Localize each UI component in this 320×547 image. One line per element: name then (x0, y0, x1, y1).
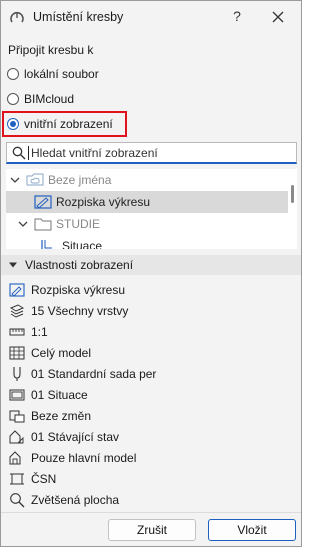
attach-to-label: Připojit kresbu k (8, 43, 94, 57)
override-icon (9, 410, 25, 423)
pen-set-icon (13, 367, 21, 381)
prop-label: 01 Stávající stav (31, 430, 120, 444)
text-caret (28, 146, 29, 160)
folder-icon (34, 218, 52, 231)
renovation-icon (9, 430, 24, 444)
prop-dimension: ČSN (9, 469, 299, 489)
prop-label: Zvětšená plocha (31, 493, 120, 507)
layout-view-icon (9, 283, 25, 297)
prop-label: Celý model (31, 346, 92, 360)
prop-override: Beze změn (9, 406, 299, 426)
scale-icon (9, 328, 25, 336)
search-internal-views-input[interactable]: Hledat vnitřní zobrazení (6, 142, 297, 164)
tree-item-situace[interactable]: Situace (6, 235, 288, 249)
radio-indicator[interactable] (7, 93, 19, 105)
prop-pen-set: 01 Standardní sada per (9, 364, 299, 384)
prop-structural: Pouze hlavní model (9, 448, 299, 468)
tree-item-layout-selected[interactable]: Rozpiska výkresu (6, 191, 288, 213)
prop-label: 01 Situace (31, 388, 88, 402)
dialog-footer: Zrušit Vložit (1, 512, 301, 546)
radio-indicator[interactable] (7, 68, 19, 80)
help-button[interactable]: ? (229, 8, 245, 24)
chevron-down-icon[interactable] (10, 175, 20, 185)
prop-renovation: 01 Stávající stav (9, 427, 299, 447)
view-properties-header[interactable]: Vlastnosti zobrazení (1, 255, 301, 275)
tree-item-project[interactable]: Beze jména (6, 169, 288, 191)
search-icon (12, 146, 26, 160)
prop-label: Beze změn (31, 409, 92, 423)
tree-item-label: Beze jména (48, 173, 112, 187)
mvo-icon (9, 389, 25, 401)
close-icon[interactable] (269, 8, 287, 26)
prop-scale: 1:1 (9, 322, 299, 342)
radio-bimcloud[interactable]: BIMcloud (7, 90, 74, 108)
prop-layers: 15 Všechny vrstvy (9, 301, 299, 321)
tree-scrollbar-thumb[interactable] (291, 185, 294, 203)
radio-label: BIMcloud (24, 92, 75, 106)
cancel-button[interactable]: Zrušit (108, 519, 196, 541)
tree-item-label: Situace (62, 239, 103, 249)
place-drawing-dialog: Umístění kresby ? Připojit kresbu k loká… (0, 0, 302, 547)
prop-layout: Rozpiska výkresu (9, 280, 299, 300)
tree-item-label: STUDIE (56, 217, 101, 231)
prop-zoom: Zvětšená plocha (9, 490, 299, 510)
tree-item-folder-studie[interactable]: STUDIE (6, 213, 288, 235)
prop-mvo: 01 Situace (9, 385, 299, 405)
prop-label: Pouze hlavní model (31, 451, 137, 465)
place-button[interactable]: Vložit (208, 519, 296, 541)
chevron-down-icon[interactable] (18, 219, 28, 229)
project-cloud-icon (26, 173, 44, 186)
prop-model-view: Celý model (9, 343, 299, 363)
radio-label: lokální soubor (24, 67, 99, 81)
radio-internal-view[interactable]: vnitřní zobrazení (7, 115, 113, 133)
search-placeholder: Hledat vnitřní zobrazení (31, 146, 158, 160)
layout-view-icon (34, 195, 52, 209)
layers-icon (9, 304, 25, 318)
radio-local-file[interactable]: lokální soubor (7, 65, 99, 83)
prop-label: 01 Standardní sada per (31, 367, 157, 381)
tree-item-label: Rozpiska výkresu (56, 195, 151, 209)
title-bar: Umístění kresby ? (1, 1, 301, 33)
radio-label: vnitřní zobrazení (24, 117, 113, 131)
prop-label: 1:1 (31, 325, 48, 339)
model-view-icon (9, 346, 25, 360)
zoom-icon (10, 493, 25, 508)
prop-label: ČSN (31, 472, 57, 486)
dialog-app-icon (10, 11, 24, 23)
dialog-title: Umístění kresby (33, 10, 124, 24)
view-icon (41, 240, 52, 249)
prop-label: 15 Všechny vrstvy (31, 304, 129, 318)
view-tree[interactable]: Beze jména Rozpiska výkresu STUDIE Situa… (6, 169, 297, 249)
structural-icon (9, 451, 21, 465)
triangle-down-icon[interactable] (9, 261, 17, 269)
radio-indicator-checked[interactable] (7, 118, 19, 130)
dimension-icon (10, 473, 24, 485)
view-properties-title: Vlastnosti zobrazení (25, 258, 134, 272)
prop-label: Rozpiska výkresu (31, 283, 126, 297)
